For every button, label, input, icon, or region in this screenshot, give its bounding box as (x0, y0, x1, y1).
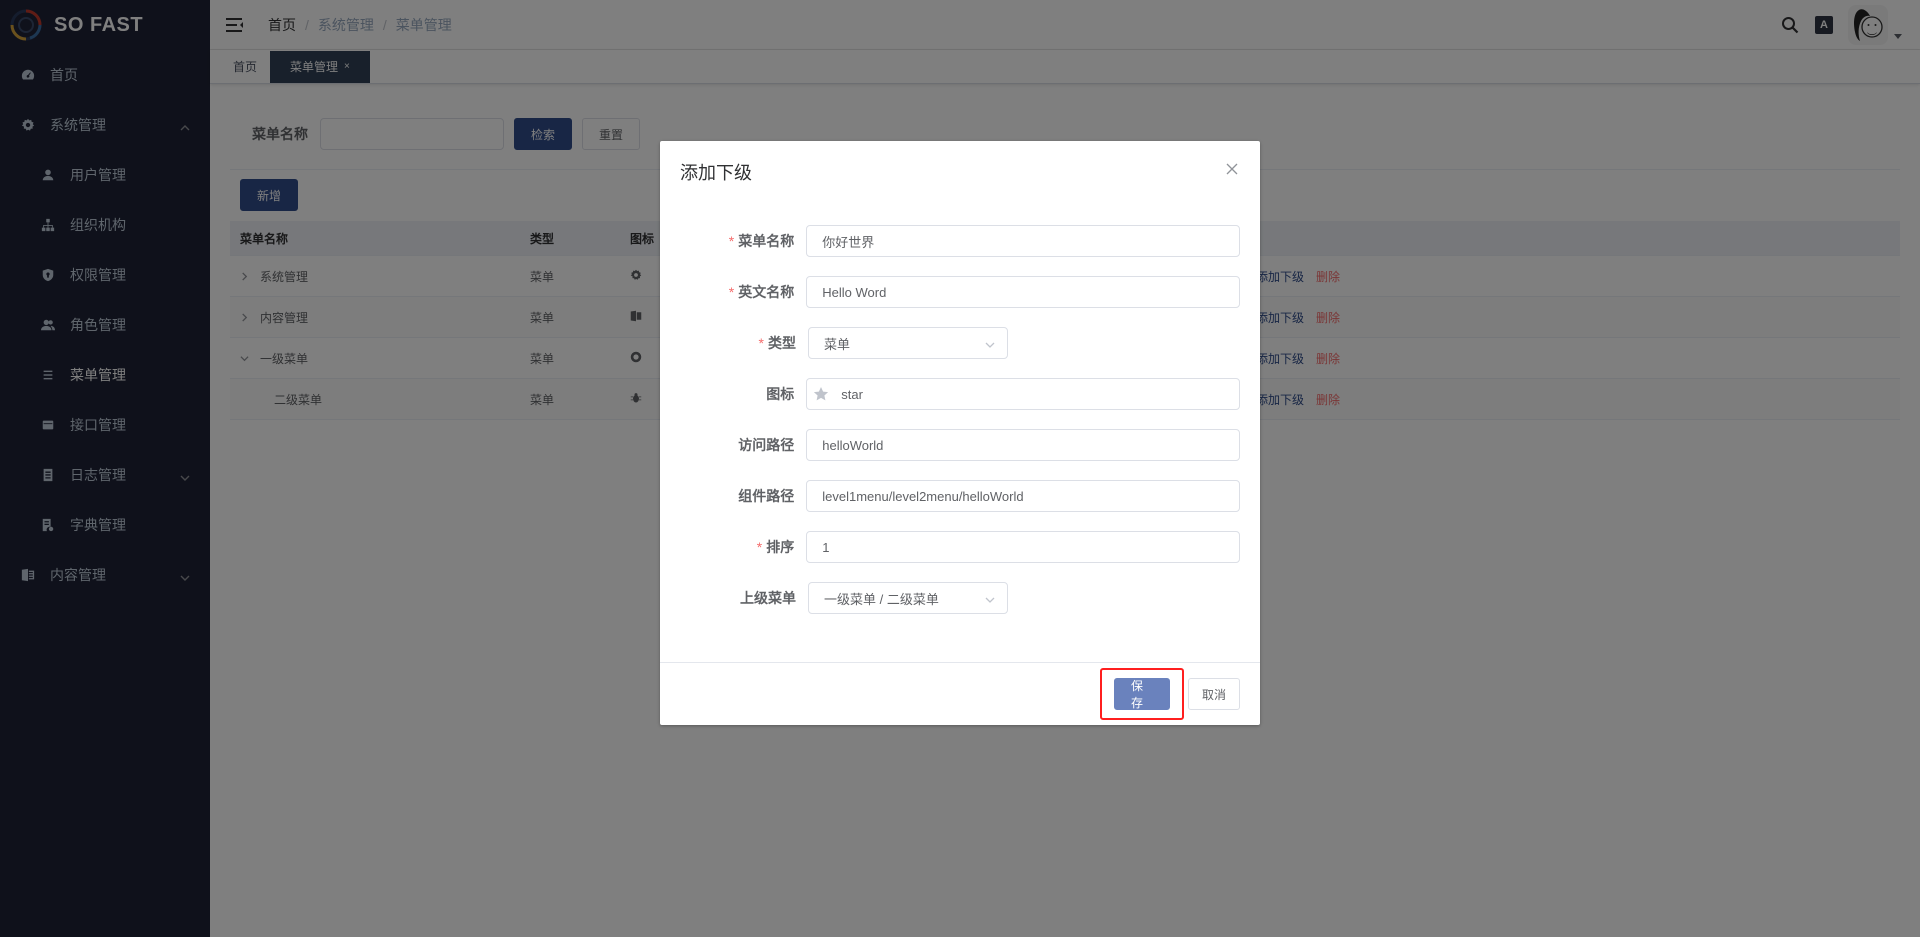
english-name-label: 英文名称 (738, 284, 795, 300)
save-button[interactable]: 保存 (1114, 678, 1170, 710)
parent-menu-cascader[interactable]: 一级菜单 / 二级菜单 (808, 582, 1008, 614)
parent-label: 上级菜单 (740, 590, 796, 606)
form-item-parent: 上级菜单 一级菜单 / 二级菜单 (680, 582, 1240, 614)
menu-name-label: 菜单名称 (738, 233, 795, 249)
type-select[interactable]: 菜单 (808, 327, 1008, 359)
icon-label: 图标 (766, 386, 795, 402)
dialog-form: * 菜单名称 你好世界 * 英文名称 Hello Word * 类型 菜单 图标 st… (660, 195, 1260, 614)
highlight-box: 保存 (1100, 668, 1184, 720)
form-item-english-name: * 英文名称 Hello Word (680, 276, 1240, 308)
dialog-header: 添加下级 (660, 141, 1260, 195)
cancel-button[interactable]: 取消 (1188, 678, 1240, 710)
add-child-dialog: 添加下级 * 菜单名称 你好世界 * 英文名称 Hello Word * 类型 菜单 … (660, 141, 1260, 725)
required-mark: * (758, 335, 764, 351)
icon-picker-input[interactable]: star (806, 378, 1240, 410)
form-item-sort: * 排序 1 (680, 531, 1240, 563)
form-item-icon: 图标 star (680, 378, 1240, 410)
english-name-input[interactable]: Hello Word (806, 276, 1240, 308)
icon-value: star (841, 386, 863, 402)
chevron-down-icon (985, 338, 995, 348)
dialog-footer: 保存 取消 (660, 662, 1260, 725)
component-label: 组件路径 (738, 488, 795, 504)
star-icon (813, 385, 831, 403)
close-icon[interactable] (1226, 163, 1240, 177)
dialog-title: 添加下级 (680, 163, 752, 183)
form-item-menu-name: * 菜单名称 你好世界 (680, 225, 1240, 257)
type-select-value: 菜单 (824, 336, 851, 352)
form-item-component: 组件路径 level1menu/level2menu/helloWorld (680, 480, 1240, 512)
parent-menu-value: 一级菜单 / 二级菜单 (824, 591, 939, 607)
sort-label: 排序 (766, 539, 795, 555)
path-input[interactable]: helloWorld (806, 429, 1240, 461)
form-item-type: * 类型 菜单 (680, 327, 1240, 359)
required-mark: * (728, 233, 735, 249)
menu-name-input[interactable]: 你好世界 (806, 225, 1240, 257)
component-path-input[interactable]: level1menu/level2menu/helloWorld (806, 480, 1240, 512)
form-item-path: 访问路径 helloWorld (680, 429, 1240, 461)
required-mark: * (756, 539, 763, 555)
required-mark: * (728, 284, 735, 300)
path-label: 访问路径 (738, 437, 795, 453)
chevron-down-icon (985, 593, 995, 603)
sort-input[interactable]: 1 (806, 531, 1240, 563)
type-label: 类型 (768, 335, 796, 351)
